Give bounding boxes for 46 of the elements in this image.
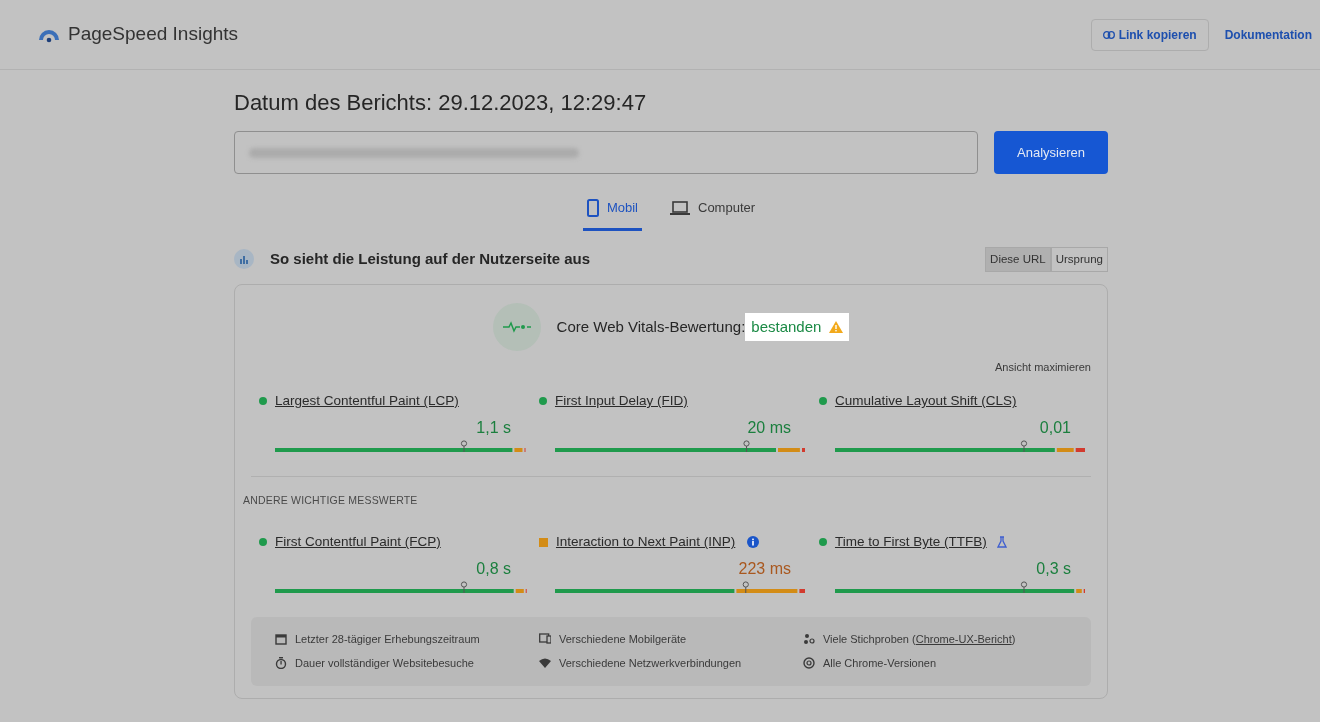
metric-value: 20 ms — [746, 417, 792, 438]
calendar-icon — [275, 632, 287, 645]
wifi-icon — [539, 657, 551, 670]
report-link[interactable]: Chrome-UX-Bericht — [915, 632, 1012, 645]
link-icon — [1102, 30, 1115, 39]
copy-link-button[interactable]: Link kopieren — [1090, 18, 1209, 51]
info-note: Letzter 28-tägiger Erhebungszeitraum — [295, 631, 480, 647]
stopwatch-icon — [275, 657, 287, 670]
report-date: Datum des Berichts: 29.12.2023, 12:29:47 — [234, 89, 648, 117]
info-note: Dauer vollständiger Websitebesuche — [295, 656, 474, 671]
flask-icon — [996, 536, 1007, 549]
metric-link[interactable]: Interaction to Next Paint (INP) — [556, 532, 736, 553]
metric-link[interactable]: First Contentful Paint (FCP) — [275, 532, 441, 553]
analyze-button[interactable]: Analysieren — [994, 131, 1108, 174]
scope-toggle[interactable]: Diese URL — [985, 246, 1051, 272]
scope-toggle[interactable]: Ursprung — [1050, 246, 1108, 272]
documentation-link[interactable]: Dokumentation — [1216, 19, 1320, 50]
metric-value: 223 ms — [737, 558, 792, 579]
dots-icon — [802, 632, 815, 645]
assessment-status: bestanden — [745, 312, 850, 341]
device-tab[interactable]: Computer — [666, 190, 760, 231]
metric-link[interactable]: Largest Contentful Paint (LCP) — [275, 391, 459, 412]
devices-icon — [539, 632, 551, 645]
assessment-label: Core Web Vitals-Bewertung: — [556, 316, 746, 337]
info-note: Verschiedene Mobilgeräte — [559, 631, 687, 647]
metric-link[interactable]: Cumulative Layout Shift (CLS) — [834, 391, 1017, 412]
section-heading: ANDERE WICHTIGE MESSWERTE — [243, 492, 419, 508]
metric-link[interactable]: First Input Delay (FID) — [555, 391, 688, 412]
metric-value: 0,8 s — [475, 558, 512, 579]
metric-link[interactable]: Time to First Byte (TTFB) — [834, 532, 987, 553]
info-note: Alle Chrome-Versionen — [822, 656, 937, 671]
metric-value: 0,01 — [1038, 417, 1072, 438]
section-title: So sieht die Leistung auf der Nutzerseite aus — [270, 248, 591, 269]
info-note: Verschiedene Netzwerkverbindungen — [559, 656, 742, 671]
metric-value: 1,1 s — [475, 417, 512, 438]
url-input[interactable] — [234, 131, 978, 174]
phone-icon — [586, 198, 599, 217]
expand-view-link[interactable]: Ansicht maximieren — [995, 358, 1091, 376]
info-note: Viele Stichproben (Chrome-UX-Bericht) — [822, 631, 1016, 647]
metric-value: 0,3 s — [1035, 558, 1072, 579]
info-icon — [747, 536, 760, 549]
app-title: PageSpeed Insights — [68, 22, 239, 47]
laptop-icon — [670, 200, 690, 215]
users-chart-icon — [234, 249, 254, 270]
device-tab[interactable]: Mobil — [582, 190, 642, 231]
browser-icon — [802, 657, 815, 670]
